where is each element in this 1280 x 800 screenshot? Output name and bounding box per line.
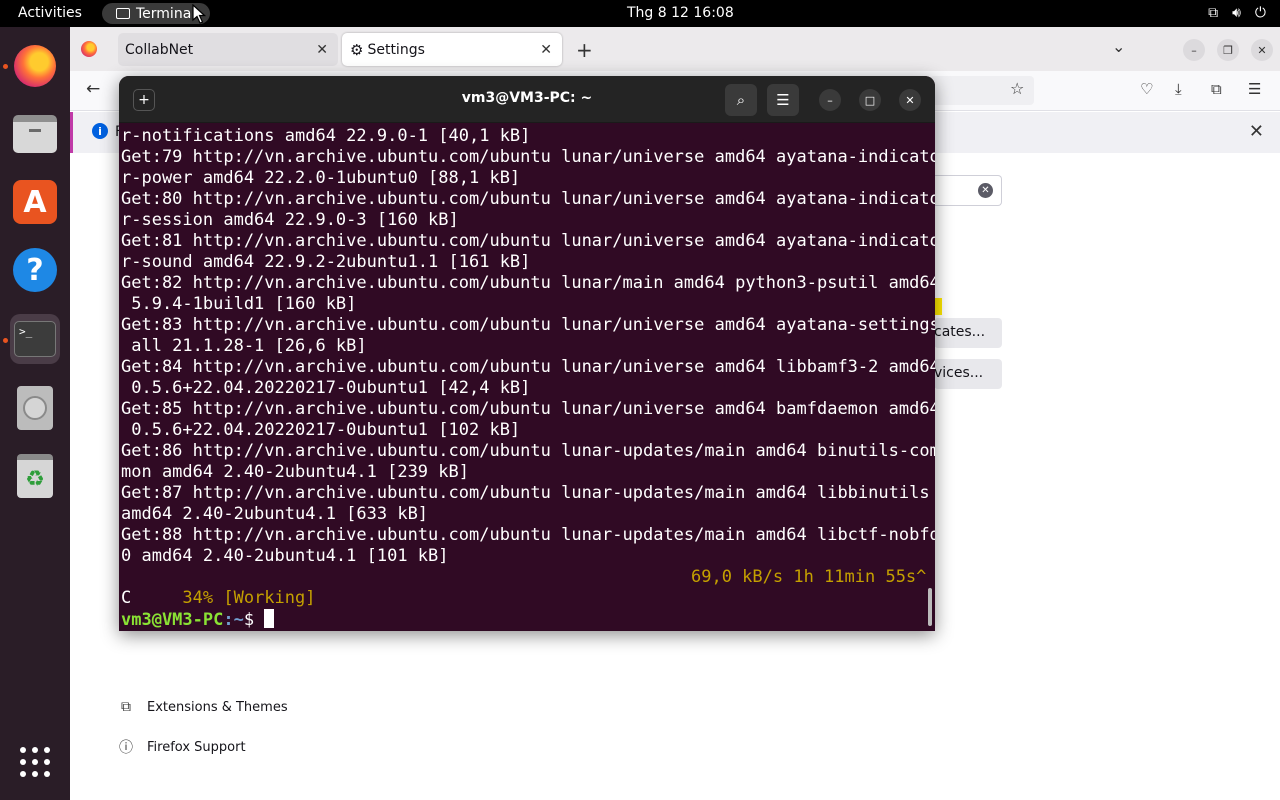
dock: A ? >_ ♻ xyxy=(0,27,70,800)
security-devices-button[interactable]: vices... xyxy=(934,359,1002,389)
minimize-button[interactable]: – xyxy=(819,89,841,111)
clear-search-icon[interactable]: ✕ xyxy=(978,183,993,198)
show-apps-icon[interactable] xyxy=(20,747,50,777)
terminal-line: Get:83 http://vn.archive.ubuntu.com/ubun… xyxy=(121,315,935,335)
power-icon[interactable]: ⏻ xyxy=(1255,5,1266,21)
terminal-line: Get:85 http://vn.archive.ubuntu.com/ubun… xyxy=(121,399,935,419)
link-label: Firefox Support xyxy=(147,739,246,755)
terminal-header-bar[interactable]: + vm3@VM3-PC: ~ ⌕ ☰ – □ ✕ xyxy=(119,76,935,123)
menu-icon[interactable]: ☰ xyxy=(1248,80,1261,98)
maximize-button[interactable]: □ xyxy=(859,89,881,111)
terminal-line: r-power amd64 22.2.0-1ubuntu0 [88,1 kB] xyxy=(121,168,521,188)
text-cursor xyxy=(264,609,275,628)
dock-disc[interactable] xyxy=(10,383,60,433)
dock-firefox[interactable] xyxy=(10,41,60,91)
system-tray[interactable]: ⧉ 🔊︎ ⏻ xyxy=(1208,5,1266,21)
restore-button[interactable]: ❐ xyxy=(1217,39,1239,61)
trash-icon: ♻ xyxy=(17,454,53,498)
puzzle-piece-icon: ⧉ xyxy=(121,699,131,715)
terminal-line: Get:88 http://vn.archive.ubuntu.com/ubun… xyxy=(121,525,935,545)
prompt-symbol: $ xyxy=(243,610,265,630)
firefox-view-icon[interactable] xyxy=(81,41,97,57)
terminal-line: Get:79 http://vn.archive.ubuntu.com/ubun… xyxy=(121,147,935,167)
tab-label: CollabNet xyxy=(125,41,194,58)
clock[interactable]: Thg 8 12 16:08 xyxy=(627,5,734,21)
optical-disc-icon xyxy=(17,386,53,430)
prompt-path: :~ xyxy=(223,610,244,630)
terminal-line: Get:81 http://vn.archive.ubuntu.com/ubun… xyxy=(121,231,935,251)
view-certificates-button[interactable]: cates... xyxy=(934,318,1002,348)
chevron-down-icon[interactable]: ⌄ xyxy=(1112,37,1125,56)
close-icon[interactable]: ✕ xyxy=(1249,121,1264,142)
terminal-title: vm3@VM3-PC: ~ xyxy=(461,90,593,106)
network-icon[interactable]: ⧉ xyxy=(1208,5,1218,21)
terminal-line: Get:84 http://vn.archive.ubuntu.com/ubun… xyxy=(121,357,935,377)
terminal-line: 0.5.6+22.04.20220217-0ubuntu1 [102 kB] xyxy=(121,420,521,440)
terminal-line: Get:82 http://vn.archive.ubuntu.com/ubun… xyxy=(121,273,935,293)
prompt-line[interactable]: vm3@VM3-PC:~$ xyxy=(121,609,935,630)
apt-progress-line: 34% [Working] 69,0 kB/s 1h 11min 55s^ xyxy=(121,567,935,608)
dock-help[interactable]: ? xyxy=(10,245,60,295)
terminal-line: 5.9.4-1build1 [160 kB] xyxy=(121,294,357,314)
dock-app-center[interactable]: A xyxy=(10,177,60,227)
terminal-output[interactable]: r-notifications amd64 22.9.0-1 [40,1 kB]… xyxy=(119,123,935,631)
dock-files[interactable] xyxy=(10,109,60,159)
terminal-line: r-notifications amd64 22.9.0-1 [40,1 kB] xyxy=(121,126,531,146)
tab-label: Settings xyxy=(367,41,425,58)
terminal-line: 0 amd64 2.40-2ubuntu4.1 [101 kB] xyxy=(121,546,449,566)
progress-status: 34% [Working] xyxy=(182,588,316,608)
firefox-icon xyxy=(14,45,56,87)
terminal-line: mon amd64 2.40-2ubuntu4.1 [239 kB] xyxy=(121,462,469,482)
terminal-window: + vm3@VM3-PC: ~ ⌕ ☰ – □ ✕ r-notification… xyxy=(119,76,935,631)
terminal-line: Get:86 http://vn.archive.ubuntu.com/ubun… xyxy=(121,441,935,461)
terminal-line: Get:80 http://vn.archive.ubuntu.com/ubun… xyxy=(121,189,935,209)
close-window-button[interactable]: ✕ xyxy=(899,89,921,111)
new-tab-button[interactable]: + xyxy=(576,38,593,62)
tab-collabnet[interactable]: CollabNet ✕ xyxy=(118,33,338,66)
dock-terminal[interactable]: >_ xyxy=(10,314,60,364)
firefox-support-link[interactable]: ⓘ Firefox Support xyxy=(118,737,246,757)
activities-button[interactable]: Activities xyxy=(18,5,82,21)
search-icon[interactable]: ⌕ xyxy=(725,84,757,116)
close-window-button[interactable]: ✕ xyxy=(1251,39,1273,61)
terminal-line: Get:87 http://vn.archive.ubuntu.com/ubun… xyxy=(121,483,930,503)
help-circle-icon: ⓘ xyxy=(119,740,133,756)
terminal-line: amd64 2.40-2ubuntu4.1 [633 kB] xyxy=(121,504,429,524)
back-arrow-icon[interactable]: ← xyxy=(86,79,100,99)
volume-icon[interactable]: 🔊︎ xyxy=(1232,5,1241,21)
help-icon: ? xyxy=(13,248,57,292)
link-label: Extensions & Themes xyxy=(147,699,288,715)
downloads-icon[interactable]: ⤓ xyxy=(1175,80,1182,98)
tab-settings[interactable]: ⚙ Settings ✕ xyxy=(342,33,562,66)
extensions-icon[interactable]: ⧉ xyxy=(1211,80,1222,98)
terminal-line: r-sound amd64 22.9.2-2ubuntu1.1 [161 kB] xyxy=(121,252,531,272)
running-indicator xyxy=(3,338,8,343)
info-icon: i xyxy=(92,123,108,139)
scrollbar[interactable] xyxy=(928,588,932,626)
terminal-line: 0.5.6+22.04.20220217-0ubuntu1 [42,4 kB] xyxy=(121,378,531,398)
minimize-button[interactable]: – xyxy=(1183,39,1205,61)
tab-strip: CollabNet ✕ ⚙ Settings ✕ + ⌄ – ❐ ✕ xyxy=(70,27,1280,71)
terminal-line: all 21.1.28-1 [26,6 kB] xyxy=(121,336,367,356)
mouse-pointer-icon xyxy=(192,4,206,24)
pocket-icon[interactable]: ♡ xyxy=(1140,80,1153,98)
dock-trash[interactable]: ♻ xyxy=(10,451,60,501)
extensions-themes-link[interactable]: ⧉ Extensions & Themes xyxy=(118,699,288,715)
hamburger-menu-icon[interactable]: ☰ xyxy=(767,84,799,116)
download-rate: 69,0 kB/s 1h 11min 55s^ xyxy=(691,567,927,587)
terminal-app-icon: >_ xyxy=(14,321,56,357)
app-menu-label: Terminal xyxy=(136,5,196,22)
bookmark-star-icon[interactable]: ☆ xyxy=(1010,79,1024,98)
terminal-line: r-session amd64 22.9.0-3 [160 kB] xyxy=(121,210,459,230)
close-tab-icon[interactable]: ✕ xyxy=(540,42,552,58)
terminal-icon xyxy=(116,8,130,19)
running-indicator xyxy=(3,64,8,69)
search-highlight xyxy=(934,298,942,315)
close-tab-icon[interactable]: ✕ xyxy=(316,42,328,58)
gear-icon: ⚙ xyxy=(350,40,364,59)
app-center-icon: A xyxy=(13,180,57,224)
files-icon xyxy=(13,115,57,153)
